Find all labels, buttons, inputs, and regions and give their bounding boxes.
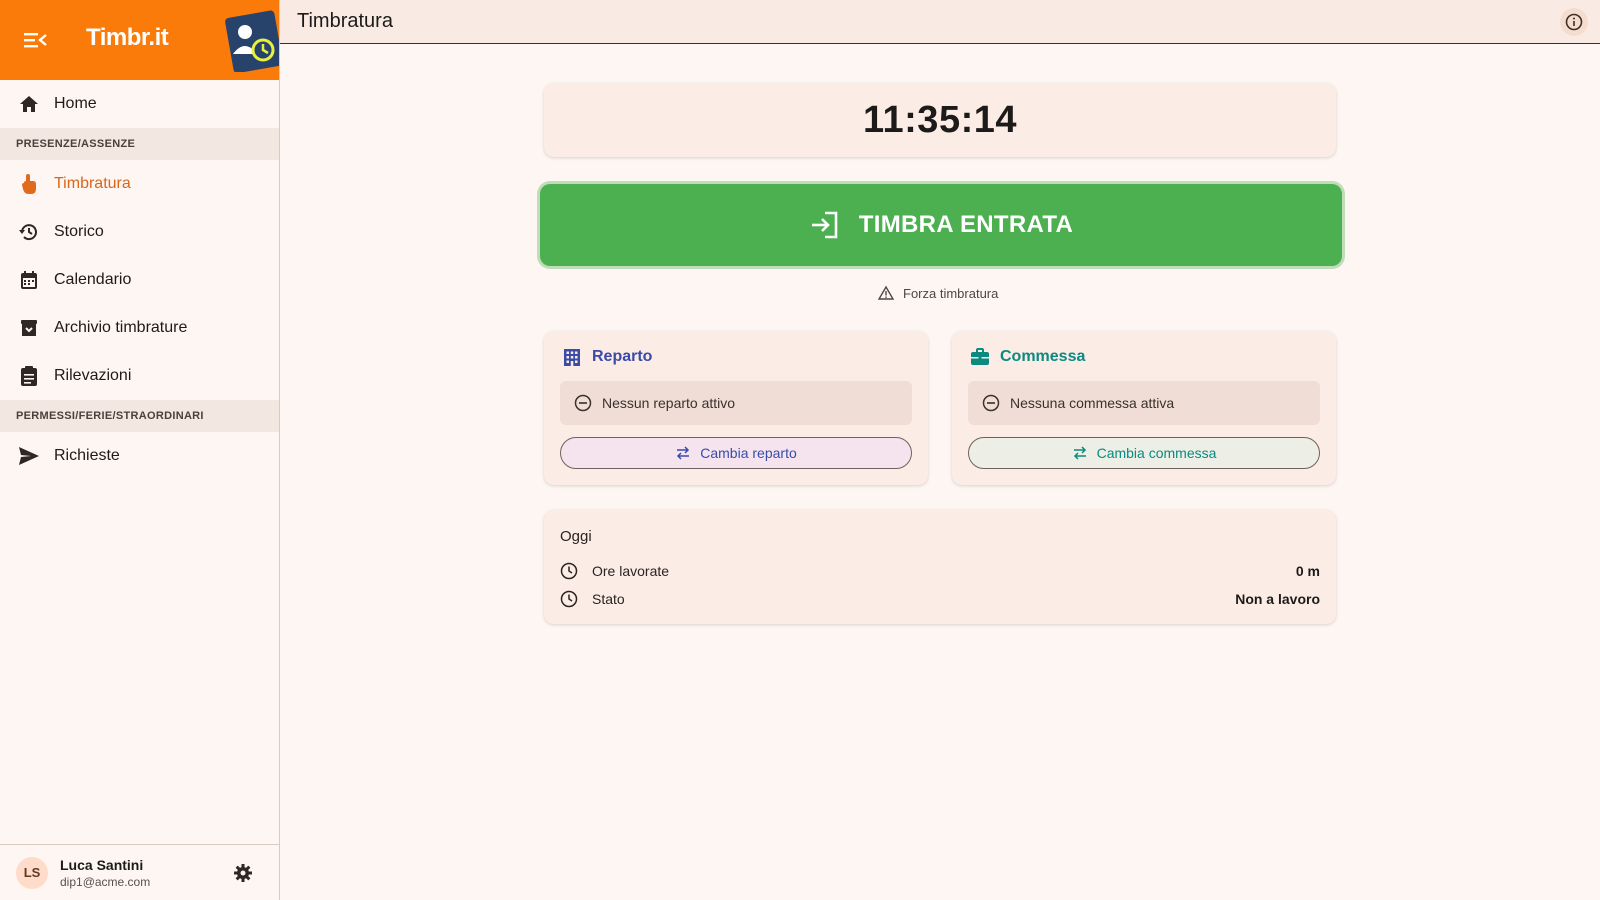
force-punch-link[interactable]: Forza timbratura bbox=[877, 285, 999, 301]
calendar-icon bbox=[18, 269, 40, 291]
today-card: Oggi Ore lavorate 0 m Stato Non a lavoro bbox=[544, 510, 1336, 624]
sidebar-section-presenze: PRESENZE/ASSENZE bbox=[0, 128, 279, 160]
brand-logo-icon bbox=[223, 6, 283, 74]
login-icon bbox=[809, 209, 841, 241]
user-info: Luca Santini dip1@acme.com bbox=[60, 857, 150, 889]
punch-in-label: TIMBRA ENTRATA bbox=[858, 211, 1074, 238]
sidebar-item-label: Home bbox=[54, 95, 97, 112]
today-row-label: Stato bbox=[592, 591, 625, 607]
today-row-value: 0 m bbox=[1295, 563, 1320, 579]
sidebar-item-calendario[interactable]: Calendario bbox=[0, 256, 279, 304]
sidebar-item-archivio[interactable]: Archivio timbrature bbox=[0, 304, 279, 352]
avatar: LS bbox=[16, 856, 48, 889]
today-title: Oggi bbox=[560, 528, 592, 545]
minus-circle-icon bbox=[574, 394, 592, 412]
current-time: 11:35:14 bbox=[862, 98, 1017, 141]
info-button[interactable] bbox=[1560, 8, 1588, 36]
punch-in-button[interactable]: TIMBRA ENTRATA bbox=[540, 184, 1342, 266]
send-icon bbox=[18, 445, 40, 467]
clock-card: 11:35:14 bbox=[544, 83, 1336, 157]
clock-icon bbox=[560, 562, 578, 580]
sidebar-item-label: Archivio timbrature bbox=[54, 319, 188, 336]
history-icon bbox=[18, 221, 40, 243]
swap-icon bbox=[675, 445, 691, 461]
clock-icon bbox=[560, 590, 578, 608]
top-bar: Timbratura bbox=[280, 0, 1600, 44]
clipboard-icon bbox=[18, 365, 40, 387]
change-reparto-button[interactable]: Cambia reparto bbox=[560, 437, 912, 469]
commessa-status-label: Nessuna commessa attiva bbox=[1010, 395, 1175, 411]
reparto-header: Reparto bbox=[562, 347, 652, 367]
reparto-title: Reparto bbox=[592, 348, 653, 365]
sidebar-item-home[interactable]: Home bbox=[0, 80, 279, 128]
today-row-value: Non a lavoro bbox=[1235, 591, 1320, 607]
today-row-hours: Ore lavorate 0 m bbox=[560, 560, 1320, 582]
sidebar-item-label: Rilevazioni bbox=[54, 367, 132, 384]
sidebar-item-rilevazioni[interactable]: Rilevazioni bbox=[0, 352, 279, 400]
sidebar-item-label: Richieste bbox=[54, 447, 120, 464]
user-footer: LS Luca Santini dip1@acme.com bbox=[0, 844, 279, 900]
reparto-card: Reparto Nessun reparto attivo Cambia rep… bbox=[544, 331, 928, 485]
info-icon bbox=[1565, 13, 1583, 31]
swap-icon bbox=[1072, 445, 1088, 461]
archive-icon bbox=[18, 317, 40, 339]
reparto-status: Nessun reparto attivo bbox=[560, 381, 912, 425]
commessa-title: Commessa bbox=[1000, 348, 1086, 365]
change-reparto-label: Cambia reparto bbox=[700, 445, 797, 461]
sidebar-item-storico[interactable]: Storico bbox=[0, 208, 279, 256]
sidebar-item-label: Storico bbox=[54, 223, 104, 240]
sidebar-item-label: Calendario bbox=[54, 271, 132, 288]
sidebar-item-timbratura[interactable]: Timbratura bbox=[0, 160, 279, 208]
change-commessa-button[interactable]: Cambia commessa bbox=[968, 437, 1320, 469]
sidebar-section-permessi: PERMESSI/FERIE/STRAORDINARI bbox=[0, 400, 279, 432]
sidebar: Timbr.it Home PRESENZE/ASSENZE Timbratur… bbox=[0, 0, 283, 900]
commessa-status: Nessuna commessa attiva bbox=[968, 381, 1320, 425]
brand-title: Timbr.it bbox=[86, 24, 169, 51]
force-punch-label: Forza timbratura bbox=[903, 285, 999, 301]
page-title: Timbratura bbox=[297, 10, 393, 32]
user-name: Luca Santini bbox=[60, 856, 144, 873]
briefcase-icon bbox=[970, 347, 990, 367]
user-email: dip1@acme.com bbox=[60, 874, 151, 889]
gear-icon[interactable] bbox=[233, 863, 253, 883]
today-row-status: Stato Non a lavoro bbox=[560, 588, 1320, 610]
today-row-label: Ore lavorate bbox=[592, 563, 670, 579]
touch-icon bbox=[18, 173, 40, 195]
reparto-status-label: Nessun reparto attivo bbox=[602, 395, 736, 411]
sidebar-item-label: Timbratura bbox=[54, 175, 131, 192]
sidebar-item-richieste[interactable]: Richieste bbox=[0, 432, 279, 480]
menu-collapse-icon[interactable] bbox=[22, 28, 50, 52]
commessa-card: Commessa Nessuna commessa attiva Cambia … bbox=[952, 331, 1336, 485]
building-icon bbox=[562, 347, 582, 367]
warning-icon bbox=[877, 285, 895, 301]
commessa-header: Commessa bbox=[970, 347, 1085, 367]
change-commessa-label: Cambia commessa bbox=[1096, 445, 1217, 461]
brand-header: Timbr.it bbox=[0, 0, 283, 80]
home-icon bbox=[18, 93, 40, 115]
minus-circle-icon bbox=[982, 394, 1000, 412]
